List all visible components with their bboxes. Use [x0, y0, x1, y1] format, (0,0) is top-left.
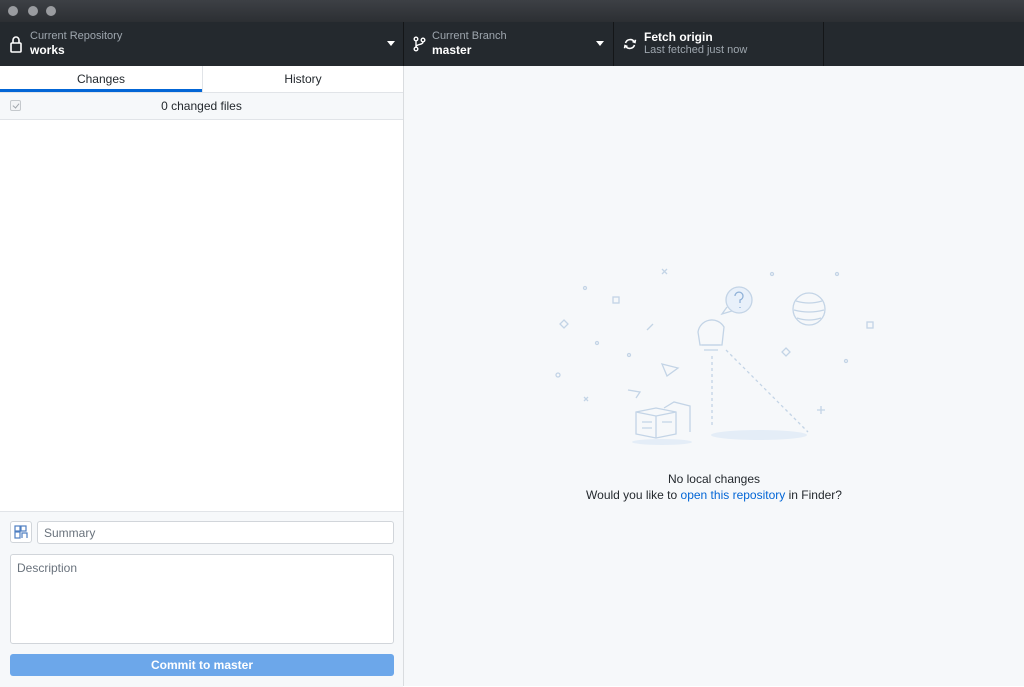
empty-state-title: No local changes: [667, 472, 761, 486]
branch-name: master: [432, 43, 472, 57]
fetch-origin-button[interactable]: Fetch origin Last fetched just now: [614, 22, 824, 66]
window-titlebar: [0, 0, 1024, 22]
open-repository-link[interactable]: open this repository: [681, 488, 786, 502]
chevron-down-icon: [387, 41, 395, 46]
changed-files-header: 0 changed files: [0, 93, 403, 120]
commit-button[interactable]: Commit to master: [10, 654, 394, 676]
repository-name: works: [30, 43, 65, 57]
changed-files-count: 0 changed files: [161, 99, 242, 113]
prompt-text-after: in Finder?: [785, 488, 842, 502]
tab-history[interactable]: History: [203, 66, 403, 92]
sync-icon: [623, 38, 637, 50]
commit-button-branch: master: [213, 658, 254, 672]
branch-label: Current Branch: [432, 30, 507, 42]
branch-icon: [413, 36, 426, 52]
commit-button-prefix: Commit to: [150, 658, 214, 672]
close-window-button[interactable]: [8, 6, 18, 16]
prompt-text-before: Would you like to: [586, 488, 681, 502]
tab-changes[interactable]: Changes: [0, 66, 202, 92]
empty-state-illustration: [555, 268, 874, 445]
zoom-window-button[interactable]: [46, 6, 56, 16]
summary-input[interactable]: [37, 521, 394, 544]
avatar: [10, 521, 32, 543]
commit-message-area: Commit to master: [0, 511, 403, 687]
toolbar: Current Repository works Current Branch …: [0, 22, 1024, 66]
empty-state-prompt: Would you like to open this repository i…: [404, 488, 1024, 502]
repository-label: Current Repository: [30, 30, 123, 42]
tab-bar: Changes History: [0, 66, 403, 93]
main-content: No local changes Would you like to open …: [404, 66, 1024, 686]
minimize-window-button[interactable]: [28, 6, 38, 16]
current-branch-button[interactable]: Current Branch master: [404, 22, 614, 66]
chevron-down-icon: [596, 41, 604, 46]
fetch-title: Fetch origin: [644, 30, 713, 44]
last-fetched-text: Last fetched just now: [644, 44, 748, 56]
changed-files-list: [0, 120, 403, 510]
description-input[interactable]: [10, 554, 394, 644]
avatar-icon: [14, 525, 28, 539]
current-repository-button[interactable]: Current Repository works: [0, 22, 404, 66]
lock-icon: [10, 36, 22, 53]
sidebar: Changes History 0 changed files Commit t…: [0, 66, 404, 687]
